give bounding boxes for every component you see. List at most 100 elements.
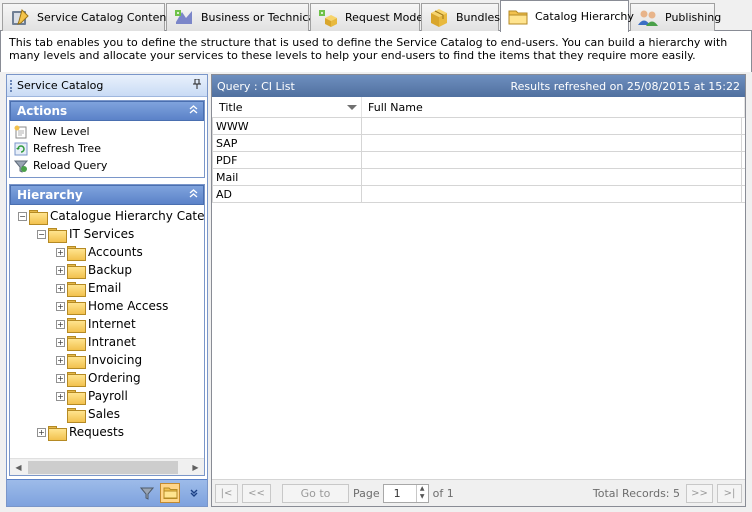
tree-node-ordering[interactable]: + Ordering xyxy=(10,369,204,387)
expand-toggle-icon[interactable]: + xyxy=(56,391,65,401)
expand-toggle-icon[interactable]: + xyxy=(56,301,65,311)
scroll-right-arrow-icon[interactable]: ▶ xyxy=(187,459,204,476)
tree-node-internet[interactable]: + Internet xyxy=(10,315,204,333)
new-level-action[interactable]: New Level xyxy=(14,123,200,140)
tab-bundles[interactable]: Bundles xyxy=(421,3,501,31)
expand-toggle-icon[interactable]: + xyxy=(56,265,65,275)
tab-service-catalog-contents[interactable]: Service Catalog Contents xyxy=(2,3,176,31)
tab-catalog-hierarchy[interactable]: Catalog Hierarchy xyxy=(500,0,634,32)
expand-toggle-icon[interactable]: + xyxy=(56,337,65,347)
column-header-full-name[interactable]: Full Name xyxy=(362,97,745,117)
tree-node-payroll[interactable]: + Payroll xyxy=(10,387,204,405)
expand-toggle-icon[interactable]: + xyxy=(56,355,65,365)
tab-business-or-technical[interactable]: Business or Technical xyxy=(166,3,318,31)
tree-node-backup[interactable]: + Backup xyxy=(10,261,204,279)
folder-icon xyxy=(67,299,86,315)
service-catalog-panel-header: Service Catalog xyxy=(7,75,207,97)
hierarchy-section-header[interactable]: Hierarchy xyxy=(10,185,204,205)
folder-icon[interactable] xyxy=(160,483,180,503)
expand-toggle-icon[interactable]: + xyxy=(56,373,65,383)
actions-list: New Level Refresh Tree Reload Query xyxy=(10,121,204,177)
tree-node-label: Email xyxy=(88,281,122,295)
expand-toggle-icon[interactable]: + xyxy=(56,319,65,329)
tree-node-root[interactable]: − Catalogue Hierarchy Catego xyxy=(10,207,204,225)
tree-node-accounts[interactable]: + Accounts xyxy=(10,243,204,261)
actions-section-header[interactable]: Actions xyxy=(10,101,204,121)
table-row[interactable]: PDF xyxy=(212,152,745,169)
new-level-icon xyxy=(14,125,28,139)
cell-full-name xyxy=(362,135,742,151)
next-page-button[interactable]: >> xyxy=(686,483,713,503)
tree-horizontal-scrollbar[interactable]: ◀ ▶ xyxy=(10,458,204,475)
tree-node-label: Internet xyxy=(88,317,136,331)
cell-title: PDF xyxy=(212,152,362,168)
hierarchy-tree: − Catalogue Hierarchy Catego − IT Servic… xyxy=(10,205,204,455)
tree-node-requests[interactable]: + Requests xyxy=(10,423,204,441)
last-page-button[interactable]: >| xyxy=(717,483,742,503)
first-page-button[interactable]: |< xyxy=(215,483,238,503)
tree-node-label: Invoicing xyxy=(88,353,143,367)
page-count-label: of 1 xyxy=(432,486,454,500)
column-header-title[interactable]: Title xyxy=(212,97,362,117)
tree-node-invoicing[interactable]: + Invoicing xyxy=(10,351,204,369)
pin-icon[interactable] xyxy=(193,78,201,92)
tab-label: Publishing xyxy=(665,11,722,24)
previous-page-button[interactable]: << xyxy=(242,483,271,503)
tree-node-email[interactable]: + Email xyxy=(10,279,204,297)
tree-node-it-services[interactable]: − IT Services xyxy=(10,225,204,243)
tree-node-label: IT Services xyxy=(69,227,135,241)
sort-dropdown-icon[interactable] xyxy=(347,105,357,110)
expand-more-icon[interactable] xyxy=(183,483,203,503)
folder-icon xyxy=(67,407,86,423)
tree-node-home-access[interactable]: + Home Access xyxy=(10,297,204,315)
collapse-toggle-icon[interactable]: − xyxy=(37,229,46,239)
folder-icon xyxy=(67,353,86,369)
tree-node-label: Home Access xyxy=(88,299,169,313)
folder-icon xyxy=(29,209,48,225)
table-row[interactable]: Mail xyxy=(212,169,745,186)
tab-description: This tab enables you to define the struc… xyxy=(0,31,752,72)
table-row[interactable]: AD xyxy=(212,186,745,203)
tree-node-label: Accounts xyxy=(88,245,143,259)
scrollbar-thumb[interactable] xyxy=(28,460,178,474)
folder-icon xyxy=(67,389,86,405)
action-label: Refresh Tree xyxy=(33,142,101,155)
folder-icon xyxy=(48,227,67,243)
tab-publishing[interactable]: Publishing xyxy=(630,3,721,31)
cell-title: SAP xyxy=(212,135,362,151)
refresh-icon xyxy=(14,142,28,156)
refresh-timestamp: Results refreshed on 25/08/2015 at 15:22 xyxy=(510,79,740,93)
scroll-left-arrow-icon[interactable]: ◀ xyxy=(10,459,27,476)
table-row[interactable]: SAP xyxy=(212,135,745,152)
reload-query-action[interactable]: Reload Query xyxy=(13,157,200,174)
tree-node-sales[interactable]: Sales xyxy=(10,405,204,423)
tab-request-mode[interactable]: Request Mode xyxy=(310,3,423,31)
tree-node-label: Payroll xyxy=(88,389,128,403)
collapse-chevron-icon[interactable] xyxy=(189,189,198,201)
actions-section: Actions New Level Refresh Tree Reload Qu… xyxy=(9,100,205,178)
expand-toggle-icon[interactable]: + xyxy=(56,247,65,257)
table-row[interactable]: WWW xyxy=(212,118,745,135)
tree-node-intranet[interactable]: + Intranet xyxy=(10,333,204,351)
cell-full-name xyxy=(362,169,742,185)
drag-grip-icon[interactable] xyxy=(10,79,13,92)
page-number-input[interactable]: 1 ▲ ▼ xyxy=(382,483,429,503)
folder-icon xyxy=(67,335,86,351)
column-header-label: Title xyxy=(219,100,243,114)
bundles-box-icon xyxy=(428,8,450,28)
tree-node-label: Catalogue Hierarchy Catego xyxy=(50,209,204,223)
tab-label: Bundles xyxy=(456,11,501,24)
pager-bar: |< << Go to Page 1 ▲ ▼ of 1 Total Records… xyxy=(212,479,745,506)
go-to-button[interactable]: Go to xyxy=(282,483,349,503)
refresh-tree-action[interactable]: Refresh Tree xyxy=(14,140,200,157)
expand-toggle-icon[interactable]: + xyxy=(56,283,65,293)
page-spinner-icon[interactable]: ▲ ▼ xyxy=(415,484,428,502)
cell-full-name xyxy=(362,186,742,202)
expand-toggle-icon[interactable]: + xyxy=(37,427,46,437)
folder-icon xyxy=(67,371,86,387)
tree-node-label: Sales xyxy=(88,407,120,421)
filter-icon[interactable] xyxy=(137,483,157,503)
tab-label: Business or Technical xyxy=(201,11,319,24)
collapse-toggle-icon[interactable]: − xyxy=(18,211,27,221)
collapse-chevron-icon[interactable] xyxy=(189,105,198,117)
